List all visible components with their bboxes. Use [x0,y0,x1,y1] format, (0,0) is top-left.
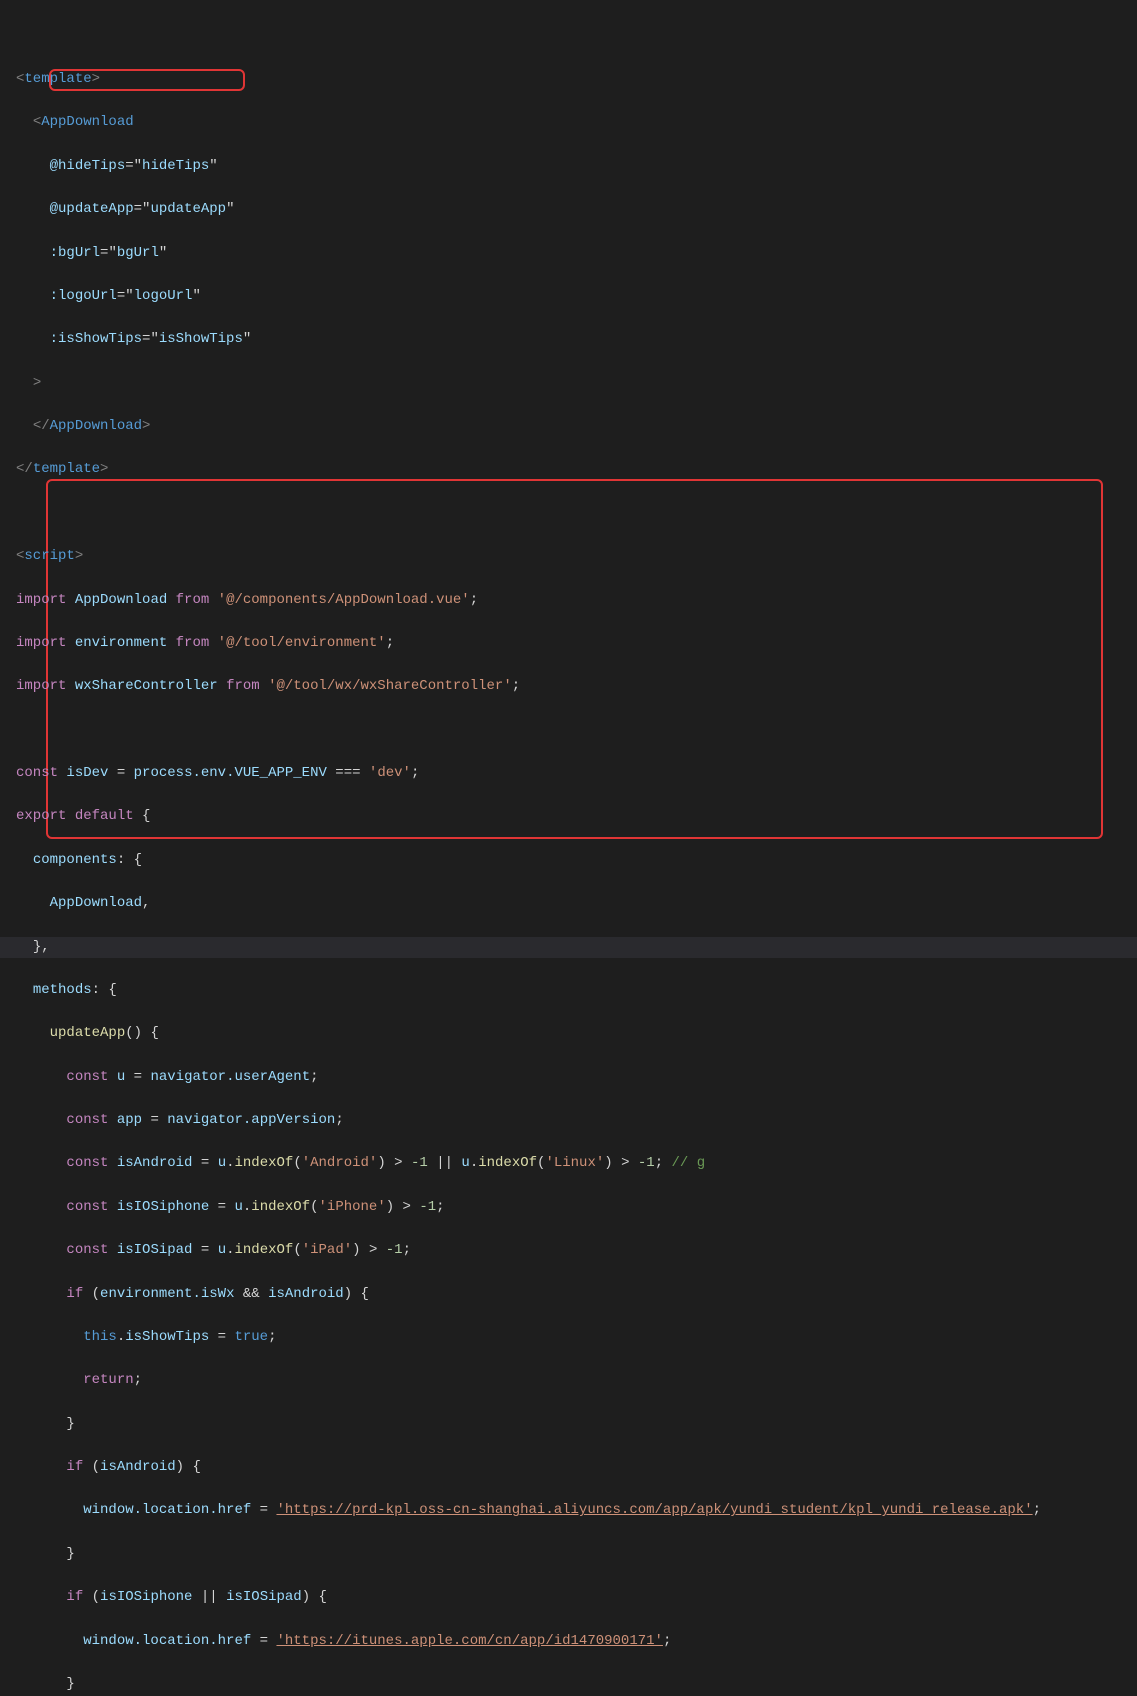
code-line: methods: { [0,980,1137,1002]
code-line: if (environment.isWx && isAndroid) { [0,1284,1137,1306]
code-line: }, [0,937,1137,959]
code-line: return; [0,1370,1137,1392]
code-line: @updateApp="updateApp" [0,199,1137,221]
code-line: window.location.href = 'https://itunes.a… [0,1631,1137,1653]
code-line: :logoUrl="logoUrl" [0,286,1137,308]
code-line: <template> [0,69,1137,91]
code-line [0,503,1137,525]
code-line: this.isShowTips = true; [0,1327,1137,1349]
code-line: updateApp() { [0,1023,1137,1045]
code-line: AppDownload, [0,893,1137,915]
code-line: const u = navigator.userAgent; [0,1067,1137,1089]
code-editor[interactable]: <template> <AppDownload @hideTips="hideT… [0,4,1137,1696]
code-line [0,720,1137,742]
code-line: :bgUrl="bgUrl" [0,243,1137,265]
code-line: if (isIOSiphone || isIOSipad) { [0,1587,1137,1609]
code-line: > [0,373,1137,395]
code-line: :isShowTips="isShowTips" [0,329,1137,351]
code-line: import environment from '@/tool/environm… [0,633,1137,655]
code-line: window.location.href = 'https://prd-kpl.… [0,1500,1137,1522]
code-line: if (isAndroid) { [0,1457,1137,1479]
code-line: const app = navigator.appVersion; [0,1110,1137,1132]
code-line: import AppDownload from '@/components/Ap… [0,590,1137,612]
code-line: <AppDownload [0,112,1137,134]
code-line: </AppDownload> [0,416,1137,438]
code-line: const isIOSipad = u.indexOf('iPad') > -1… [0,1240,1137,1262]
code-line: } [0,1544,1137,1566]
code-line: export default { [0,806,1137,828]
code-line: </template> [0,459,1137,481]
code-line: const isAndroid = u.indexOf('Android') >… [0,1153,1137,1175]
code-line: <script> [0,546,1137,568]
code-line: const isIOSiphone = u.indexOf('iPhone') … [0,1197,1137,1219]
code-line: } [0,1414,1137,1436]
code-line: import wxShareController from '@/tool/wx… [0,676,1137,698]
code-line: } [0,1674,1137,1696]
code-line: @hideTips="hideTips" [0,156,1137,178]
code-line: components: { [0,850,1137,872]
code-line: const isDev = process.env.VUE_APP_ENV ==… [0,763,1137,785]
highlight-box-2 [46,479,1103,839]
